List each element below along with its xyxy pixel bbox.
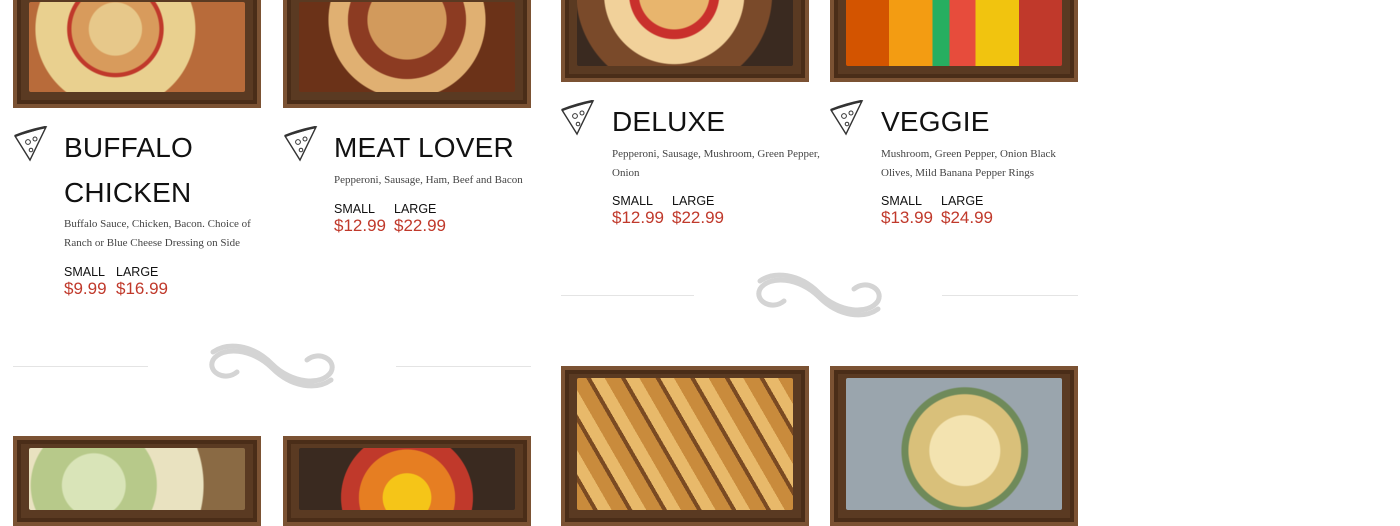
pizza-name: VEGGIE [881, 106, 990, 137]
divider-line [13, 366, 148, 367]
divider-line [396, 366, 531, 367]
large-price: $22.99 [394, 216, 446, 235]
large-price: $16.99 [116, 279, 168, 298]
divider-line [561, 295, 694, 296]
pizza-name-line2: CHICKEN [64, 177, 192, 208]
pizza-photo [13, 436, 261, 526]
large-size-label: LARGE [672, 194, 715, 208]
small-price: $13.99 [881, 208, 933, 227]
pizza-description-line2: Onion [612, 167, 640, 179]
large-price: $24.99 [941, 208, 993, 227]
large-size-label: LARGE [941, 194, 984, 208]
swirl-divider-icon [756, 272, 882, 318]
pizza-photo-meat-lover [283, 0, 531, 108]
small-size-label: SMALL [334, 202, 375, 216]
pizza-name-line1: BUFFALO [64, 132, 193, 163]
pizza-photo-veggie [830, 0, 1078, 82]
large-size-label: LARGE [116, 265, 159, 279]
pizza-description: Pepperoni, Sausage, Ham, Beef and Bacon [334, 174, 523, 186]
swirl-divider-icon [209, 343, 335, 389]
pizza-photo-buffalo-chicken [13, 0, 261, 108]
large-size-label: LARGE [394, 202, 437, 216]
large-price: $22.99 [672, 208, 724, 227]
pizza-slice-icon [13, 126, 48, 162]
pizza-slice-icon [560, 100, 595, 136]
pizza-description: Buffalo Sauce, Chicken, Bacon. Choice of… [64, 218, 251, 249]
pizza-photo [830, 366, 1078, 526]
small-size-label: SMALL [64, 265, 105, 279]
pizza-photo-deluxe [561, 0, 809, 82]
pizza-slice-icon [283, 126, 318, 162]
small-size-label: SMALL [881, 194, 922, 208]
small-price: $12.99 [334, 216, 386, 235]
pizza-name: MEAT LOVER [334, 132, 514, 163]
divider-line [942, 295, 1078, 296]
pizza-description-line1: Pepperoni, Sausage, Mushroom, Green Pepp… [612, 148, 820, 160]
pizza-photo [561, 366, 809, 526]
pizza-photo [283, 436, 531, 526]
pizza-slice-icon [829, 100, 864, 136]
pizza-description-line1: Mushroom, Green Pepper, Onion Black [881, 148, 1056, 160]
small-price: $12.99 [612, 208, 664, 227]
pizza-name: DELUXE [612, 106, 726, 137]
pizza-description-line2: Olives, Mild Banana Pepper Rings [881, 167, 1035, 179]
small-size-label: SMALL [612, 194, 653, 208]
small-price: $9.99 [64, 279, 107, 298]
